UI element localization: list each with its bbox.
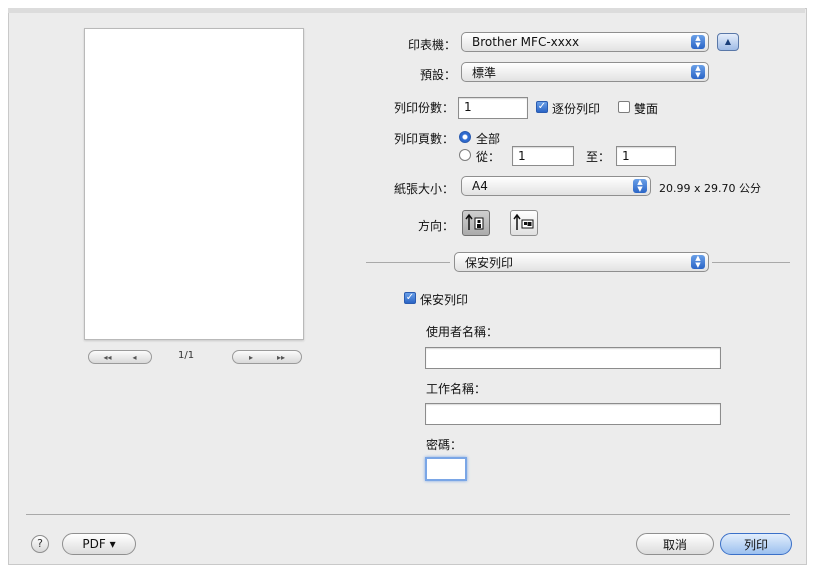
secure-print-checkbox[interactable]: ✓	[404, 292, 416, 304]
preview-back-button[interactable]: ◂◂ ◂	[88, 350, 152, 364]
page-indicator: 1/1	[178, 350, 195, 361]
section-popup-value: 保安列印	[465, 255, 514, 270]
landscape-button[interactable]	[510, 210, 538, 236]
section-popup[interactable]: 保安列印 ▲ ▼	[454, 252, 709, 272]
pages-from-field[interactable]: 1	[512, 146, 574, 166]
section-divider-left	[366, 262, 450, 263]
collated-label: 逐份列印	[552, 102, 601, 116]
popup-arrows-icon: ▲ ▼	[691, 35, 705, 49]
password-label: 密碼：	[426, 438, 463, 452]
portrait-icon	[465, 213, 484, 230]
next-page-icon[interactable]: ▸	[249, 353, 253, 362]
help-icon[interactable]: ?	[31, 535, 49, 553]
first-page-icon[interactable]: ◂◂	[103, 353, 111, 362]
password-field[interactable]	[425, 457, 467, 481]
disclosure-up-icon[interactable]: ▲	[717, 33, 739, 51]
pages-range-radio[interactable]	[459, 149, 471, 161]
duplex-label: 雙面	[634, 102, 659, 116]
print-button[interactable]: 列印	[720, 533, 792, 555]
orientation-label: 方向：	[417, 219, 454, 233]
popup-arrows-icon: ▲ ▼	[691, 255, 705, 269]
cancel-button[interactable]: 取消	[636, 533, 714, 555]
popup-arrows-icon: ▲ ▼	[633, 179, 647, 193]
pages-label: 列印頁數：	[393, 132, 454, 146]
username-field[interactable]	[425, 347, 721, 369]
collated-checkbox[interactable]: ✓	[536, 101, 548, 113]
paper-size-label: 紙張大小：	[393, 182, 454, 196]
portrait-button[interactable]	[462, 210, 490, 236]
pages-to-field[interactable]: 1	[616, 146, 676, 166]
preview-forward-button[interactable]: ▸ ▸▸	[232, 350, 302, 364]
copies-field[interactable]: 1	[458, 97, 528, 119]
dialog-top-strip	[8, 8, 805, 13]
presets-value: 標準	[472, 65, 497, 80]
pages-to-label: 至：	[586, 150, 611, 164]
printer-popup[interactable]: Brother MFC-xxxx ▲ ▼	[461, 32, 709, 52]
paper-dimensions: 20.99 x 29.70 公分	[659, 182, 761, 195]
presets-label: 預設：	[419, 68, 456, 82]
pages-from-label: 從：	[476, 150, 501, 164]
paper-size-popup[interactable]: A4 ▲ ▼	[461, 176, 651, 196]
jobname-field[interactable]	[425, 403, 721, 425]
pages-all-label: 全部	[476, 132, 501, 146]
last-page-icon[interactable]: ▸▸	[277, 353, 285, 362]
footer-divider	[26, 514, 790, 515]
secure-print-label: 保安列印	[420, 293, 469, 307]
copies-label: 列印份數：	[393, 101, 454, 115]
pages-all-radio[interactable]	[459, 131, 471, 143]
pdf-button[interactable]: PDF ▾	[62, 533, 136, 555]
printer-label: 印表機：	[407, 38, 456, 52]
popup-arrows-icon: ▲ ▼	[691, 65, 705, 79]
paper-size-value: A4	[472, 179, 488, 193]
previous-page-icon[interactable]: ◂	[132, 353, 136, 362]
section-divider-right	[712, 262, 790, 263]
username-label: 使用者名稱：	[426, 325, 499, 339]
landscape-icon	[513, 213, 534, 230]
print-preview	[84, 28, 304, 340]
presets-popup[interactable]: 標準 ▲ ▼	[461, 62, 709, 82]
duplex-checkbox[interactable]	[618, 101, 630, 113]
printer-value: Brother MFC-xxxx	[472, 35, 580, 49]
jobname-label: 工作名稱：	[426, 382, 487, 396]
